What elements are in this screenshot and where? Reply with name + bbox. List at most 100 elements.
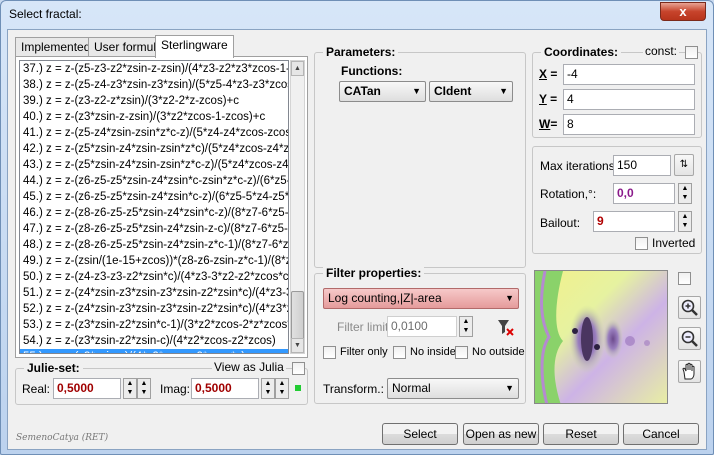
chevron-down-icon: ▼ [505, 383, 514, 393]
x-input[interactable]: -4 [563, 64, 695, 85]
imag-input[interactable]: 0,5000 [191, 378, 259, 399]
parameters-title: Parameters: [323, 45, 399, 59]
julia-set-title: Julie-set: [24, 361, 83, 375]
formula-list-item[interactable]: 53.) z = z-(z3*zsin-z2*zsin*c-1)/(3*z2*z… [20, 317, 288, 333]
signature-label: SemenoCatya (RET) [16, 433, 109, 443]
formula-list-item[interactable]: 38.) z = z-(z5-z4-z3*zsin-z3*zsin)/(5*z5… [20, 77, 288, 93]
view-as-julia-label: View as Julia [212, 360, 286, 374]
formula-list-item[interactable]: 41.) z = z-(z5-z4*zsin-zsin*z*c-z)/(5*z4… [20, 125, 288, 141]
formula-list-scrollbar[interactable]: ▲ ▼ [290, 60, 305, 354]
filter-mode-select[interactable]: Log counting,|Z|-area ▼ [323, 288, 519, 309]
max-iterations-input[interactable]: 150 [613, 155, 671, 176]
function-2-value: CIdent [434, 84, 472, 98]
julia-set-group: Julie-set: View as Julia Real: 0,5000 ▲ ▼… [15, 360, 308, 405]
scroll-thumb[interactable] [291, 291, 304, 341]
formula-list-item[interactable]: 40.) z = z-(z3*zsin-z-zsin)/(3*z2*zcos-1… [20, 109, 288, 125]
coordinates-title: Coordinates: [541, 45, 622, 59]
real-label: Real: [22, 382, 51, 396]
close-button[interactable]: x [660, 2, 706, 21]
chevron-down-icon: ▼ [505, 293, 514, 303]
x-label: X = [539, 67, 558, 81]
chevron-down-icon: ▼ [412, 86, 421, 96]
chevron-down-icon: ▼ [499, 86, 508, 96]
formula-list-item[interactable]: 54.) z = z-(z3*zsin-z2*zsin-c)/(4*z2*zco… [20, 333, 288, 349]
iteration-group: Max iterations: 150 ⇅ Rotation,°: 0,0 ▲ ▼… [532, 146, 702, 254]
filter-tool-icon[interactable] [495, 317, 515, 337]
imag-label: Imag: [160, 382, 191, 396]
function-2-select[interactable]: CIdent ▼ [429, 81, 513, 102]
cancel-button[interactable]: Cancel [623, 423, 699, 445]
bailout-spinner[interactable]: ▲ ▼ [678, 211, 692, 232]
view-as-julia-checkbox[interactable] [292, 362, 305, 375]
imag-spinner-2[interactable]: ▲ ▼ [275, 378, 289, 399]
spin-arrows-icon[interactable]: ⇅ [674, 154, 694, 176]
real-input[interactable]: 0,5000 [53, 378, 121, 399]
julia-status-indicator [295, 385, 301, 391]
zoom-out-icon[interactable] [678, 327, 701, 350]
rotation-spinner[interactable]: ▲ ▼ [678, 183, 692, 204]
title-bar: Select fractal: x [1, 1, 713, 29]
formula-list-item[interactable]: 47.) z = z-(z8-z6-z5-z5*zsin-z4*zsin-z-c… [20, 221, 288, 237]
max-iterations-label: Max iterations: [540, 159, 619, 173]
formula-list-item[interactable]: 42.) z = z-(z5*zsin-z4*zsin-zsin*z*c)/(5… [20, 141, 288, 157]
reset-button[interactable]: Reset [543, 423, 619, 445]
formula-list-item[interactable]: 45.) z = z-(z6-z5-z5*zsin-z4*zsin*c-z)/(… [20, 189, 288, 205]
y-label: Y = [539, 92, 558, 106]
formula-list-item[interactable]: 51.) z = z-(z4*zsin-z3*zsin-z3*zsin-z2*z… [20, 285, 288, 301]
hand-pan-icon[interactable] [678, 360, 701, 383]
filter-limit-label: Filter limit: [337, 320, 392, 334]
formula-list[interactable]: 37.) z = z-(z5-z3-z2*zsin-z-zsin)/(4*z3-… [19, 60, 289, 354]
zoom-in-icon[interactable] [678, 296, 701, 319]
scroll-up-icon[interactable]: ▲ [291, 61, 304, 76]
coordinates-group: Coordinates: const: X = -4 Y = 4 W= 8 [532, 44, 702, 138]
w-label: W= [539, 117, 558, 131]
bailout-input[interactable]: 9 [593, 211, 675, 232]
y-label-text: Y [539, 92, 547, 106]
real-spinner[interactable]: ▲ ▼ [123, 378, 137, 399]
dialog-client: Implemented User formula Sterlingware 37… [7, 29, 707, 450]
preview-checkbox[interactable] [678, 272, 691, 285]
formula-list-item[interactable]: 37.) z = z-(z5-z3-z2*zsin-z-zsin)/(4*z3-… [20, 61, 288, 77]
y-input[interactable]: 4 [563, 89, 695, 110]
transform-value: Normal [392, 381, 431, 395]
tab-sterlingware[interactable]: Sterlingware [155, 35, 234, 58]
real-spinner-2[interactable]: ▲ ▼ [137, 378, 151, 399]
tab-panel-sterlingware: 37.) z = z-(z5-z3-z2*zsin-z-zsin)/(4*z3-… [15, 56, 308, 358]
select-fractal-window: Select fractal: x Implemented User formu… [0, 0, 714, 455]
formula-list-item[interactable]: 46.) z = z-(z8-z6-z5-z5*zsin-z4*zsin*c-z… [20, 205, 288, 221]
imag-spinner[interactable]: ▲ ▼ [261, 378, 275, 399]
transform-select[interactable]: Normal ▼ [387, 378, 519, 399]
const-checkbox[interactable] [685, 46, 698, 59]
function-1-select[interactable]: CATan ▼ [339, 81, 426, 102]
transform-label: Transform.: [323, 382, 384, 396]
fractal-preview[interactable] [534, 270, 668, 404]
formula-list-item[interactable]: 43.) z = z-(z5*zsin-z4*zsin-zsin*z*c-z)/… [20, 157, 288, 173]
filter-only-checkbox[interactable] [323, 346, 336, 359]
inverted-label: Inverted [652, 236, 696, 250]
formula-list-item[interactable]: 50.) z = z-(z4-z3-z3-z2*zsin*c)/(4*z3-3*… [20, 269, 288, 285]
no-outside-checkbox[interactable] [455, 346, 468, 359]
formula-list-item[interactable]: 49.) z = z-(zsin/(1e-15+zcos))*(z8-z6-zs… [20, 253, 288, 269]
function-1-value: CATan [344, 84, 381, 98]
formula-list-item[interactable]: 44.) z = z-(z6-z5-z5*zsin-z4*zsin*c-zsin… [20, 173, 288, 189]
formula-list-item[interactable]: 55.) z = z-(z3*zsin-z)/(4*z2*zcos-z2*zco… [20, 349, 288, 353]
no-inside-label: No inside [410, 346, 456, 358]
rotation-input[interactable]: 0,0 [613, 183, 675, 204]
filter-title: Filter properties: [323, 266, 425, 280]
scroll-down-icon[interactable]: ▼ [291, 338, 304, 353]
filter-mode-value: Log counting,|Z|-area [328, 291, 442, 305]
filter-limit-spinner[interactable]: ▲ ▼ [459, 316, 473, 337]
w-input[interactable]: 8 [563, 114, 695, 135]
parameters-group: Parameters: Functions: CATan ▼ CIdent ▼ [314, 45, 526, 268]
tab-implemented[interactable]: Implemented [15, 37, 97, 57]
select-button[interactable]: Select [382, 423, 458, 445]
formula-list-item[interactable]: 39.) z = z-(z3-z2-z*zsin)/(3*z2-2*z-zcos… [20, 93, 288, 109]
formula-list-item[interactable]: 48.) z = z-(z8-z6-z5-z5*zsin-z4*zsin-z*c… [20, 237, 288, 253]
open-as-new-button[interactable]: Open as new [463, 423, 539, 445]
w-label-text: W [539, 117, 551, 131]
filter-limit-input[interactable]: 0,0100 [387, 316, 457, 337]
inverted-checkbox[interactable] [635, 237, 648, 250]
no-inside-checkbox[interactable] [393, 346, 406, 359]
formula-list-item[interactable]: 52.) z = z-(z4*zsin-z3*zsin-z3*zsin-z2*z… [20, 301, 288, 317]
rotation-label: Rotation,°: [540, 187, 597, 201]
